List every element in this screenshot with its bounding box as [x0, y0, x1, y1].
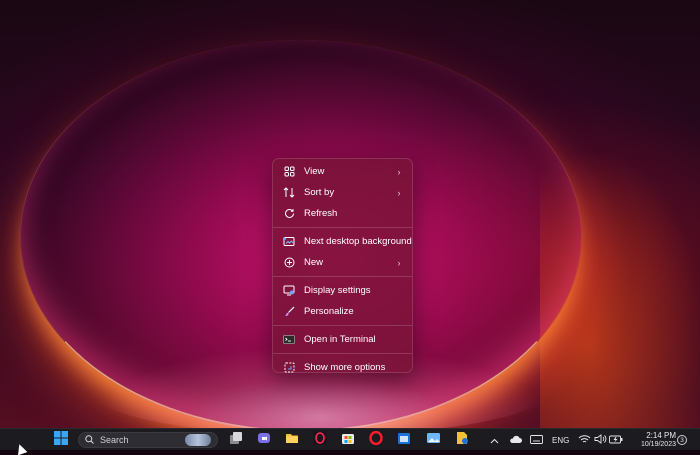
- taskbar: Search ENG 2:14 PM 10/19/2023 3: [0, 428, 700, 450]
- task-view-button[interactable]: [228, 431, 244, 450]
- terminal-icon: [283, 334, 295, 346]
- chevron-up-icon: [490, 431, 499, 449]
- photos-icon: [426, 431, 441, 450]
- app-icon: [455, 431, 469, 450]
- windows-logo-icon: [54, 430, 68, 450]
- task-view-icon: [229, 431, 243, 450]
- cloud-icon: [509, 431, 522, 449]
- sort-arrows-icon: [283, 187, 295, 199]
- pinned-app-button[interactable]: [454, 431, 470, 450]
- menu-item-show-more-options[interactable]: Show more options: [276, 357, 409, 378]
- language-indicator[interactable]: ENG: [552, 436, 569, 445]
- taskbar-clock[interactable]: 2:14 PM 10/19/2023: [628, 431, 676, 449]
- opera-browser-button[interactable]: [368, 430, 384, 450]
- photos-button[interactable]: [425, 432, 441, 448]
- search-icon: [85, 434, 94, 446]
- wifi-icon: [578, 431, 591, 449]
- show-hidden-icons-button[interactable]: [486, 432, 502, 448]
- menu-separator: [273, 353, 412, 354]
- menu-item-display-settings[interactable]: Display settings: [276, 280, 409, 301]
- teams-chat-button[interactable]: [256, 432, 272, 448]
- menu-separator: [273, 325, 412, 326]
- menu-item-label: Refresh: [304, 208, 338, 219]
- opera-gx-button[interactable]: [312, 430, 328, 450]
- desktop-context-menu: View › Sort by › Refresh Next desktop ba…: [272, 158, 413, 373]
- menu-separator: [273, 227, 412, 228]
- folder-icon: [285, 431, 299, 450]
- teams-chat-icon: [257, 431, 271, 450]
- search-highlight-image: [185, 434, 211, 446]
- refresh-icon: [283, 208, 295, 220]
- clock-date: 10/19/2023: [640, 441, 676, 448]
- menu-item-label: Sort by: [304, 187, 335, 198]
- menu-separator: [273, 276, 412, 277]
- opera-icon: [369, 430, 383, 450]
- next-background-icon: [283, 236, 295, 248]
- menu-item-label: Open in Terminal: [304, 334, 376, 345]
- clock-time: 2:14 PM: [646, 431, 676, 440]
- outlook-calendar-button[interactable]: [396, 432, 412, 448]
- chevron-right-icon: ›: [397, 187, 401, 198]
- opera-gx-icon: [313, 430, 327, 450]
- search-placeholder: Search: [100, 435, 129, 445]
- onedrive-button[interactable]: [507, 432, 523, 448]
- menu-item-personalize[interactable]: Personalize: [276, 301, 409, 322]
- menu-item-label: Show more options: [304, 362, 386, 373]
- volume-button[interactable]: [592, 432, 608, 448]
- store-icon: [341, 431, 355, 450]
- keyboard-icon: [529, 431, 543, 449]
- wifi-button[interactable]: [576, 432, 592, 448]
- microsoft-store-button[interactable]: [340, 432, 356, 448]
- menu-item-new[interactable]: New ›: [276, 252, 409, 273]
- menu-item-label: Display settings: [304, 285, 371, 296]
- menu-item-open-in-terminal[interactable]: Open in Terminal: [276, 329, 409, 350]
- menu-item-view[interactable]: View ›: [276, 161, 409, 182]
- plus-circle-icon: [283, 257, 295, 269]
- menu-item-label: Next desktop background: [304, 236, 412, 247]
- menu-item-next-desktop-background[interactable]: Next desktop background: [276, 231, 412, 252]
- start-button[interactable]: [53, 430, 69, 450]
- keyboard-button[interactable]: [528, 432, 544, 448]
- grid-icon: [283, 166, 295, 178]
- more-options-icon: [283, 362, 295, 374]
- battery-icon: [609, 431, 623, 449]
- display-icon: [283, 285, 295, 297]
- taskbar-search-box[interactable]: Search: [78, 432, 218, 448]
- menu-item-label: New: [304, 257, 324, 268]
- notification-badge[interactable]: 3: [677, 435, 687, 445]
- menu-item-sort-by[interactable]: Sort by ›: [276, 182, 409, 203]
- calendar-icon: [397, 431, 411, 450]
- chevron-right-icon: ›: [397, 166, 401, 177]
- file-explorer-button[interactable]: [284, 432, 300, 448]
- menu-item-label: Personalize: [304, 306, 354, 317]
- menu-item-label: View: [304, 166, 325, 177]
- chevron-right-icon: ›: [397, 257, 401, 268]
- brush-icon: [283, 306, 295, 318]
- menu-item-refresh[interactable]: Refresh: [276, 203, 409, 224]
- battery-button[interactable]: [608, 432, 624, 448]
- speaker-icon: [594, 431, 607, 449]
